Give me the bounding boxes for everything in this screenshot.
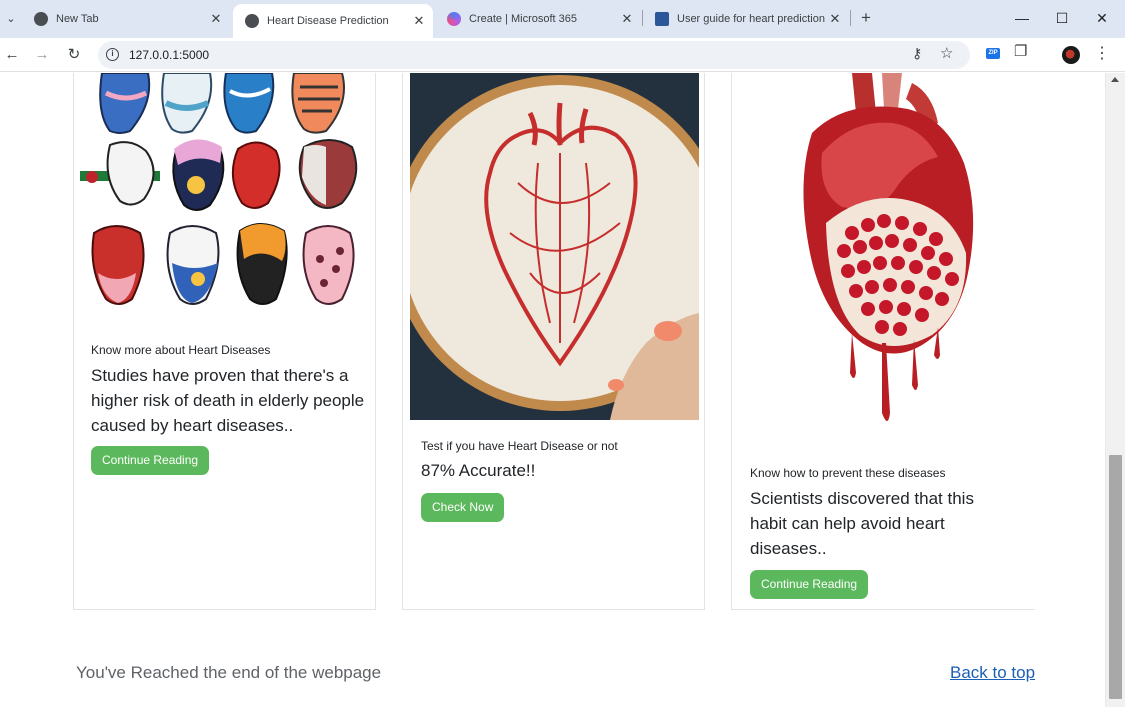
maximize-button[interactable]: ☐	[1042, 6, 1082, 30]
site-info-icon[interactable]: i	[106, 48, 119, 61]
tab-heart-disease-prediction[interactable]: Heart Disease Prediction ✕	[233, 4, 433, 38]
password-key-icon[interactable]: ⚷	[912, 45, 922, 62]
new-tab-button[interactable]: +	[854, 6, 878, 30]
back-to-top-link[interactable]: Back to top	[950, 663, 1035, 683]
address-bar[interactable]: i 127.0.0.1:5000 ⚷ ☆	[98, 41, 970, 69]
reload-icon: ↻	[67, 46, 81, 63]
chrome-icon	[34, 12, 48, 26]
card-title: Studies have proven that there's a highe…	[91, 366, 365, 435]
scroll-up-arrow-icon[interactable]	[1111, 77, 1119, 82]
close-icon[interactable]: ✕	[827, 11, 843, 27]
microsoft-365-icon	[447, 12, 461, 26]
continue-reading-button[interactable]: Continue Reading	[750, 570, 869, 599]
bookmark-star-icon[interactable]: ☆	[940, 44, 953, 62]
extensions-puzzle-icon[interactable]: ❐	[1014, 42, 1027, 60]
info-card: Know how to prevent these diseases Scien…	[731, 73, 1035, 610]
url-text[interactable]: 127.0.0.1:5000	[129, 48, 209, 62]
arrow-left-icon: ←	[4, 46, 20, 63]
tab-search-button[interactable]: ⌄	[0, 6, 22, 30]
pomegranate-heart-image	[782, 73, 982, 428]
page-scrollbar[interactable]	[1105, 73, 1125, 707]
tab-title: Create | Microsoft 365	[469, 13, 578, 25]
card-title: 87% Accurate!!	[421, 461, 536, 480]
close-icon[interactable]: ✕	[411, 13, 427, 29]
card-label: Test if you have Heart Disease or not	[421, 439, 618, 453]
info-card: Test if you have Heart Disease or not 87…	[402, 73, 705, 610]
forward-button[interactable]: →	[30, 43, 54, 67]
tab-new-tab[interactable]: New Tab ✕	[22, 4, 230, 34]
tab-title: New Tab	[56, 13, 99, 25]
tab-title: Heart Disease Prediction	[267, 15, 389, 27]
page-viewport: Know more about Heart Diseases Studies h…	[0, 73, 1105, 707]
close-window-button[interactable]: ✕	[1082, 6, 1122, 30]
globe-icon	[245, 14, 259, 28]
word-icon	[655, 12, 669, 26]
info-card: Know more about Heart Diseases Studies h…	[73, 73, 376, 610]
check-now-button[interactable]: Check Now	[421, 493, 505, 522]
menu-kebab-icon[interactable]: ⋮	[1094, 43, 1110, 63]
chevron-down-icon: ⌄	[6, 12, 16, 25]
end-of-page-text: You've Reached the end of the webpage	[76, 663, 382, 682]
tab-strip: ⌄ New Tab ✕ Heart Disease Prediction ✕ C…	[0, 0, 1125, 38]
continue-reading-button[interactable]: Continue Reading	[91, 446, 210, 475]
card-label: Know how to prevent these diseases	[750, 466, 946, 480]
back-button[interactable]: ←	[0, 43, 24, 67]
heart-pins-collage-image	[80, 73, 370, 318]
tab-title: User guide for heart prediction	[677, 13, 825, 25]
tab-microsoft-365[interactable]: Create | Microsoft 365 ✕	[435, 4, 641, 34]
profile-avatar[interactable]	[1062, 46, 1080, 64]
embroidered-heart-hoop-image	[410, 73, 699, 420]
arrow-right-icon: →	[34, 46, 50, 63]
close-icon[interactable]: ✕	[208, 11, 224, 27]
tab-divider	[850, 10, 851, 26]
card-label: Know more about Heart Diseases	[91, 343, 271, 357]
zip-extension-icon[interactable]: ZIP	[986, 48, 1000, 59]
browser-toolbar: ← → ↻ i 127.0.0.1:5000 ⚷ ☆ ZIP ❐ ⋮	[0, 38, 1125, 72]
card-title: Scientists discovered that this habit ca…	[750, 489, 974, 558]
scroll-thumb[interactable]	[1109, 455, 1122, 699]
reload-button[interactable]: ↻	[62, 43, 86, 67]
tab-user-guide[interactable]: User guide for heart prediction ✕	[643, 4, 849, 34]
minimize-button[interactable]: —	[1002, 6, 1042, 30]
close-icon[interactable]: ✕	[619, 11, 635, 27]
